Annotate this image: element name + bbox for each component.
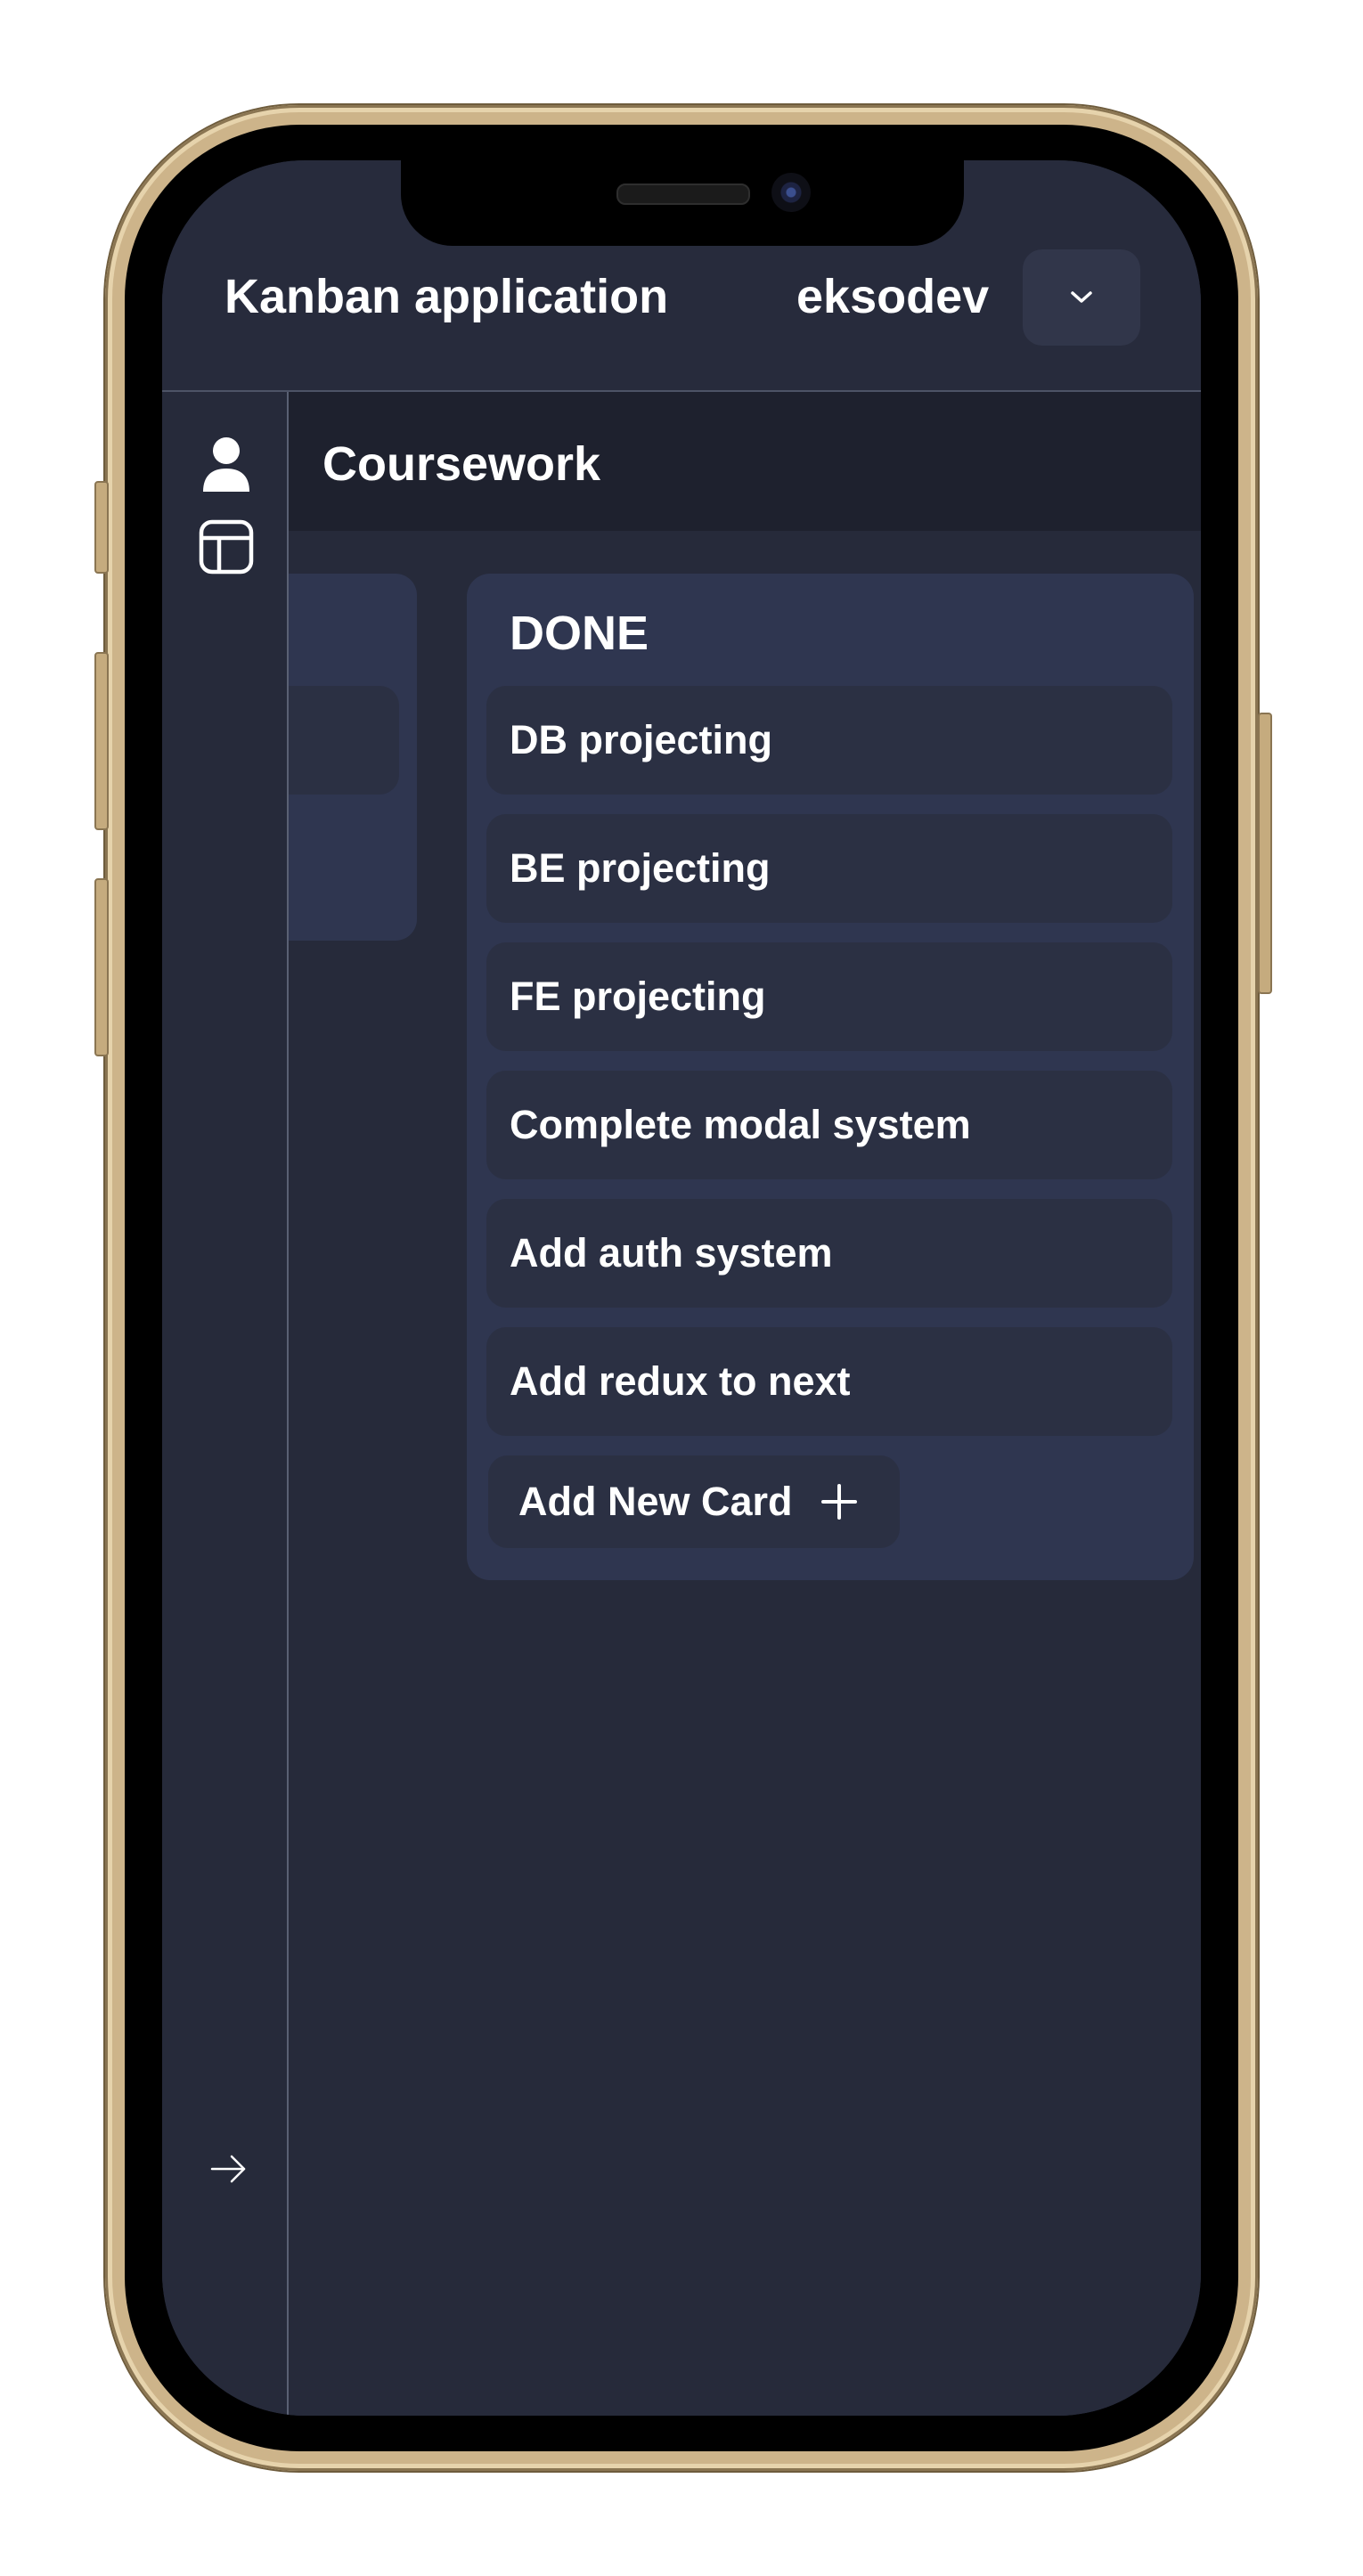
kanban-card[interactable]: Add redux to next [486, 1327, 1172, 1436]
sidebar [162, 392, 289, 2416]
kanban-column-done: DONE DB projecting BE projecting FE proj… [467, 574, 1194, 1580]
username[interactable]: eksodev [796, 269, 989, 324]
app-title: Kanban application [224, 270, 669, 323]
sidebar-item-profile[interactable] [200, 597, 253, 652]
card-label: Complete modal system [510, 1102, 971, 1147]
layout-icon[interactable] [198, 518, 255, 575]
front-camera [771, 173, 811, 212]
speaker-grille [616, 183, 750, 205]
board-title: Coursework [322, 437, 601, 491]
card-label: Add redux to next [510, 1358, 851, 1404]
kanban-card[interactable]: BE projecting [486, 814, 1172, 923]
card-label: DB projecting [510, 717, 773, 762]
card-label: Add auth system [510, 1230, 833, 1276]
kanban-card[interactable]: DB projecting [486, 686, 1172, 795]
card-label: FE projecting [510, 974, 766, 1019]
add-card-label: Add New Card [518, 1479, 793, 1524]
chevron-down-icon [1071, 291, 1092, 303]
plus-icon [820, 1484, 857, 1520]
column-title: DONE [510, 607, 649, 660]
phone-notch [401, 160, 964, 246]
kanban-card[interactable]: Complete modal system [486, 1071, 1172, 1179]
silent-switch [94, 481, 109, 574]
power-button [1258, 713, 1272, 994]
kanban-column-partial [289, 574, 417, 941]
volume-down-button [94, 878, 109, 1056]
user-menu-button[interactable] [1023, 249, 1140, 346]
board-body: DONE DB projecting BE projecting FE proj… [289, 531, 1201, 2416]
volume-up-button [94, 652, 109, 830]
kanban-card[interactable]: FE projecting [486, 942, 1172, 1051]
board-header: Coursework [289, 392, 1201, 531]
kanban-card-partial[interactable] [289, 686, 399, 795]
kanban-card[interactable]: Add auth system [486, 1199, 1172, 1308]
add-card-button[interactable]: Add New Card [488, 1455, 900, 1548]
user-icon[interactable] [201, 436, 251, 493]
arrow-right-icon[interactable] [208, 2151, 249, 2187]
card-label: BE projecting [510, 845, 771, 891]
sidebar-item-boards[interactable] [200, 679, 253, 734]
phone-screen: Kanban application eksodev Coursework DO… [162, 160, 1201, 2416]
